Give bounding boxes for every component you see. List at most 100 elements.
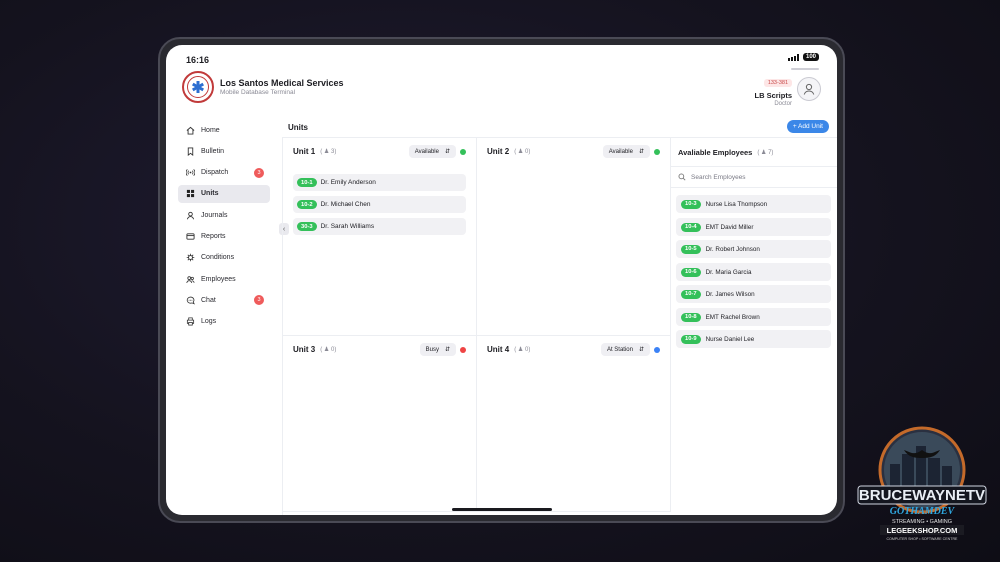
chevron-updown-icon: ⇵	[444, 347, 450, 353]
watermark-title: BRUCEWAYNETV	[859, 487, 985, 504]
add-unit-button[interactable]: + Add Unit	[786, 120, 829, 133]
unit-name: Unit 4	[487, 345, 510, 354]
employee-name: Dr. Robert Johnson	[705, 245, 760, 253]
sidebar-item-journals[interactable]: Journals	[178, 206, 270, 224]
employee-code: 10-6	[681, 267, 701, 277]
unit-name: Unit 2	[487, 147, 510, 156]
unit-status-select[interactable]: Available ⇵	[408, 145, 456, 158]
chevron-updown-icon: ⇵	[444, 149, 450, 155]
sidebar-item-employees[interactable]: Employees	[178, 270, 270, 288]
watermark-shop: LEGEEKSHOP.COM	[887, 526, 958, 535]
list-item[interactable]: 10-7 Dr. James Wilson	[676, 285, 831, 303]
bookmark-icon	[187, 147, 194, 156]
search-icon	[678, 173, 686, 181]
avatar[interactable]	[797, 77, 821, 101]
user-tag: 133-381	[763, 79, 792, 87]
sidebar-item-home[interactable]: Home	[178, 121, 270, 139]
list-item[interactable]: 10-2 Dr. Michael Chen	[293, 196, 466, 213]
tablet-frame: 16:16 100 Los Santos Medical Services Mo…	[158, 37, 845, 523]
sidebar: Home Bulletin Dispatch 3 Units Journals	[178, 121, 270, 334]
employee-name: EMT Rachel Brown	[705, 313, 760, 321]
streamer-logo-watermark: BRUCEWAYNETV GOTHAMDEV STREAMING • GAMIN…	[857, 426, 987, 541]
search-input[interactable]	[691, 173, 811, 181]
sidebar-item-chat[interactable]: Chat 3	[178, 291, 270, 309]
sidebar-item-label: Home	[201, 126, 220, 134]
users-icon: ♟	[517, 347, 524, 353]
sidebar-item-label: Employees	[201, 275, 236, 283]
employee-name: Nurse Daniel Lee	[705, 335, 755, 343]
user-profile[interactable]: 133-381 LB Scripts Doctor	[754, 71, 821, 107]
list-item[interactable]: 10-4 EMT David Miller	[676, 218, 831, 236]
status-dot	[654, 346, 660, 353]
employee-name: Nurse Lisa Thompson	[705, 200, 768, 208]
printer-icon	[186, 317, 195, 326]
unit-card-4: Unit 4 ( ♟ 0) At Station ⇵	[477, 336, 671, 512]
unit-member-count: ( ♟ 0)	[514, 347, 531, 353]
list-item[interactable]: 30-3 Dr. Sarah Williams	[293, 218, 466, 235]
list-item[interactable]: 10-8 EMT Rachel Brown	[676, 308, 831, 326]
users-icon	[186, 275, 195, 283]
card-icon	[186, 233, 195, 240]
employee-name: Dr. Emily Anderson	[320, 179, 376, 186]
grid-icon	[186, 190, 195, 198]
unit-status-select[interactable]: At Station ⇵	[600, 343, 650, 356]
battery-icon: 100	[802, 53, 819, 61]
chat-badge: 3	[254, 295, 264, 306]
sidebar-item-conditions[interactable]: Conditions	[178, 249, 270, 267]
unit-member-count: ( ♟ 0)	[320, 347, 337, 353]
employee-name: EMT David Miller	[705, 223, 754, 231]
employee-code: 10-8	[681, 312, 701, 322]
employee-code: 10-5	[681, 244, 701, 254]
home-indicator	[451, 508, 552, 511]
sidebar-item-label: Chat	[201, 296, 216, 304]
sidebar-item-label: Reports	[201, 232, 226, 240]
status-dot	[460, 346, 466, 353]
status-dot	[460, 148, 466, 155]
available-employees-panel: Avaliable Employees ( ♟ 7) 10-3 Nurse Li…	[670, 137, 837, 515]
employee-name: Dr. Sarah Williams	[320, 223, 375, 230]
watermark-shop-tagline: COMPUTER SHOP • SOFTWARE CENTRE	[887, 537, 959, 541]
sidebar-item-label: Units	[201, 190, 219, 198]
unit-card-3: Unit 3 ( ♟ 0) Busy ⇵	[283, 336, 477, 512]
users-icon: ♟	[323, 149, 330, 155]
status-indicators: 100	[787, 53, 819, 61]
employee-code: 10-9	[681, 334, 701, 344]
page-title: Units	[288, 123, 308, 132]
watermark-subtitle: GOTHAMDEV	[890, 506, 956, 517]
home-icon	[186, 126, 195, 135]
sidebar-item-bulletin[interactable]: Bulletin	[178, 142, 270, 160]
unit-status-select[interactable]: Busy ⇵	[419, 343, 456, 356]
dispatch-badge: 3	[254, 167, 264, 178]
users-icon: ♟	[517, 149, 524, 155]
status-bar: 16:16 100	[166, 45, 837, 70]
user-icon	[186, 211, 195, 220]
employee-code: 30-3	[297, 222, 317, 231]
unit-status-select[interactable]: Available ⇵	[602, 145, 650, 158]
sidebar-item-logs[interactable]: Logs	[178, 313, 270, 331]
unit-card-2: Unit 2 ( ♟ 0) Available ⇵	[477, 138, 671, 336]
list-item[interactable]: 10-6 Dr. Maria Garcia	[676, 263, 831, 281]
org-subtitle: Mobile Database Terminal	[220, 89, 296, 96]
sidebar-item-dispatch[interactable]: Dispatch 3	[178, 164, 270, 182]
sidebar-item-units[interactable]: Units	[178, 184, 270, 203]
list-item[interactable]: 10-5 Dr. Robert Johnson	[676, 240, 831, 258]
sidebar-item-label: Bulletin	[201, 147, 224, 155]
sidebar-item-label: Dispatch	[201, 169, 229, 177]
status-indicator-line	[791, 68, 819, 70]
list-item[interactable]: 10-9 Nurse Daniel Lee	[676, 330, 831, 348]
app-header: Los Santos Medical Services Mobile Datab…	[182, 71, 821, 111]
watermark-tagline: STREAMING • GAMING	[892, 519, 952, 525]
unit-card-1: Unit 1 ( ♟ 3) Available ⇵ 10-1 Dr. Emily …	[283, 138, 477, 336]
list-item[interactable]: 10-1 Dr. Emily Anderson	[293, 174, 466, 191]
employee-code: 10-1	[297, 178, 317, 187]
user-name: LB Scripts	[754, 91, 792, 100]
sidebar-item-reports[interactable]: Reports	[178, 227, 270, 245]
employee-search	[670, 166, 837, 188]
list-item[interactable]: 10-3 Nurse Lisa Thompson	[676, 195, 831, 213]
available-count: ( ♟ 7)	[757, 150, 774, 156]
employee-code: 10-3	[681, 199, 701, 209]
employee-name: Dr. James Wilson	[705, 290, 755, 298]
unit-name: Unit 3	[293, 345, 316, 354]
sidebar-item-label: Conditions	[201, 254, 235, 262]
radio-icon	[186, 169, 195, 177]
